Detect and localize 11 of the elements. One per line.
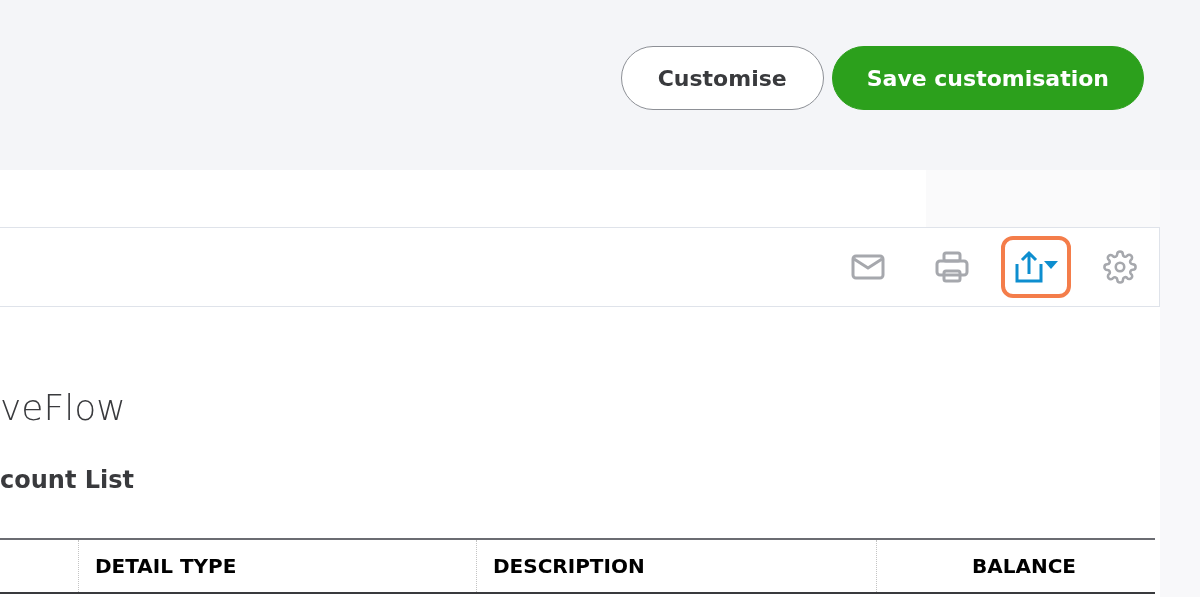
column-header: DETAIL TYPE [95,554,237,578]
printer-icon [935,251,969,283]
column-header: BALANCE [972,554,1076,578]
envelope-icon [851,254,885,280]
report-title: count List [0,466,135,494]
export-button[interactable] [1001,236,1071,298]
customise-button[interactable]: Customise [620,46,824,110]
settings-icon [1103,250,1137,284]
export-icon [1013,250,1059,284]
column-header: DESCRIPTION [493,554,645,578]
company-name: veFlow [0,387,127,428]
